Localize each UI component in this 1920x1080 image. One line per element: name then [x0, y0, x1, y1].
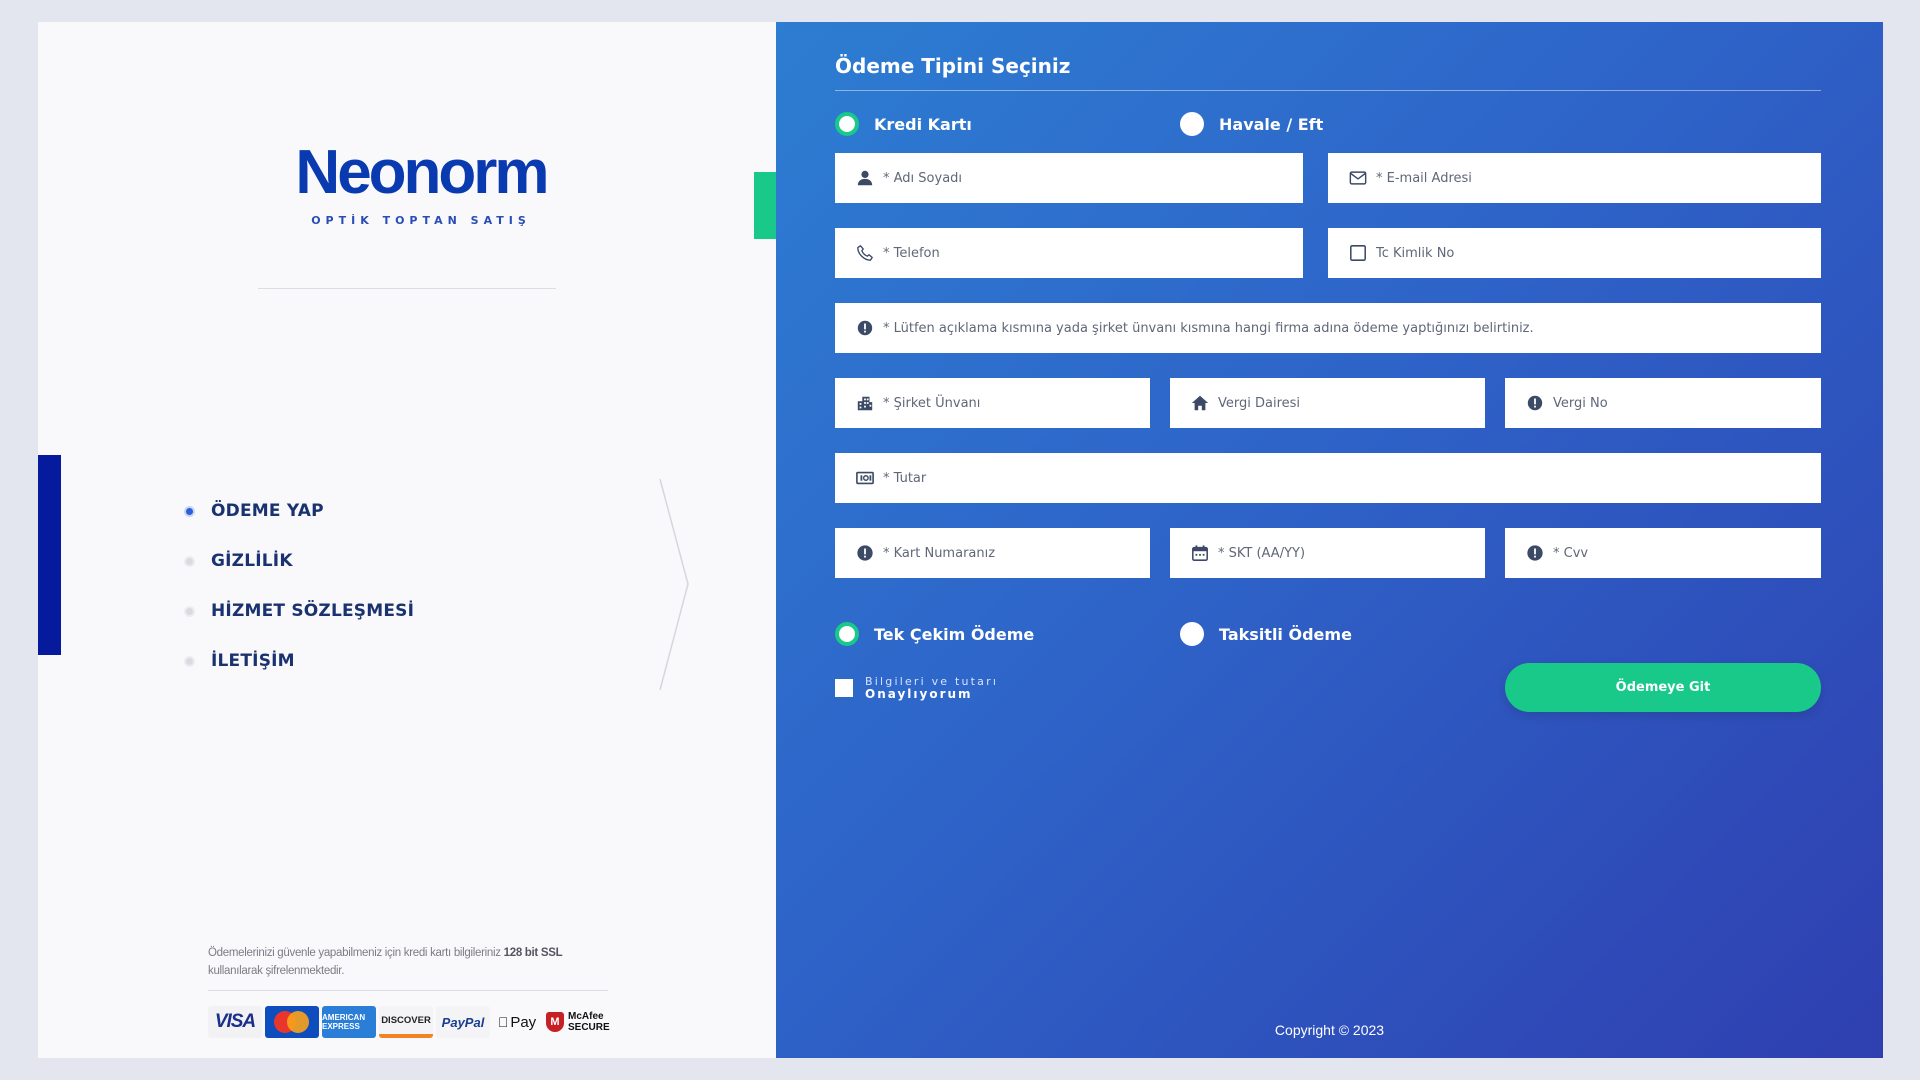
consent-row: Bilgileri ve tutarı Onaylıyorum: [835, 675, 998, 701]
radio-label: Havale / Eft: [1219, 114, 1324, 134]
radio-unchecked-icon: [1180, 112, 1204, 136]
radio-label: Taksitli Ödeme: [1219, 624, 1352, 644]
mcafee-secure-logo-icon: M McAfee SECURE: [544, 1006, 610, 1038]
discover-logo-icon: DISCOVER: [379, 1006, 433, 1038]
info-icon: [855, 318, 875, 338]
page-frame: Neonorm OPTİK TOPTAN SATIŞ ÖDEME YAP GİZ…: [38, 22, 1883, 1058]
id-card-icon: [1348, 243, 1368, 263]
brand-logo[interactable]: Neonorm OPTİK TOPTAN SATIŞ: [276, 138, 566, 228]
info-icon: [1525, 543, 1545, 563]
description-notice-field[interactable]: * Lütfen açıklama kısmına yada şirket ün…: [835, 303, 1821, 353]
chevron-right-icon: [659, 478, 689, 691]
tax-office-placeholder: Vergi Dairesi: [1218, 395, 1301, 411]
payment-type-group: Kredi Kartı Havale / Eft: [835, 112, 1323, 136]
radio-label: Kredi Kartı: [874, 114, 972, 134]
phone-field[interactable]: * Telefon: [835, 228, 1303, 278]
nav-bullet-icon: [184, 655, 195, 667]
radio-kredi-karti[interactable]: Kredi Kartı: [835, 112, 1180, 136]
company-field[interactable]: * Şirket Ünvanı: [835, 378, 1150, 428]
cvv-field[interactable]: * Cvv: [1505, 528, 1821, 578]
nav-bullet-icon: [184, 555, 195, 567]
submit-payment-button[interactable]: Ödemeye Git: [1505, 663, 1821, 712]
home-icon: [1190, 393, 1210, 413]
consent-checkbox[interactable]: [835, 679, 853, 697]
nav-item-hizmet-sozlesmesi[interactable]: HİZMET SÖZLEŞMESİ: [184, 586, 414, 636]
name-placeholder: * Adı Soyadı: [883, 170, 963, 186]
tax-no-placeholder: Vergi No: [1553, 395, 1608, 411]
consent-line-2: Onaylıyorum: [865, 687, 973, 701]
security-text-start: Ödemelerinizi güvenle yapabilmeniz için …: [208, 947, 501, 959]
radio-havale-eft[interactable]: Havale / Eft: [1180, 112, 1323, 136]
nav-item-label: HİZMET SÖZLEŞMESİ: [211, 601, 415, 621]
payment-logos: VISA AMERICAN EXPRESS DISCOVER PayPal P…: [208, 1006, 610, 1038]
panel-tab-marker: [754, 172, 776, 239]
brand-tagline: OPTİK TOPTAN SATIŞ: [311, 214, 531, 227]
radio-tek-cekim[interactable]: Tek Çekim Ödeme: [835, 622, 1180, 646]
apple-pay-logo-icon: Pay: [493, 1006, 541, 1038]
phone-icon: [855, 243, 875, 263]
security-divider: [208, 990, 608, 991]
form-title: Ödeme Tipini Seçiniz: [835, 54, 1071, 78]
paypal-logo-icon: PayPal: [436, 1006, 490, 1038]
notice-placeholder: * Lütfen açıklama kısmına yada şirket ün…: [883, 320, 1534, 336]
nav-bullet-icon: [184, 605, 195, 617]
radio-unchecked-icon: [1180, 622, 1204, 646]
mcafee-label: McAfee SECURE: [568, 1011, 610, 1033]
building-icon: [855, 393, 875, 413]
user-icon: [855, 168, 875, 188]
name-field[interactable]: * Adı Soyadı: [835, 153, 1303, 203]
radio-checked-icon: [835, 622, 859, 646]
info-icon: [1525, 393, 1545, 413]
security-text-bold: 128 bit SSL: [503, 947, 563, 959]
nav-bullet-icon: [184, 505, 195, 517]
phone-placeholder: * Telefon: [883, 245, 940, 261]
envelope-icon: [1348, 168, 1368, 188]
card-number-field[interactable]: * Kart Numaranız: [835, 528, 1150, 578]
email-field[interactable]: * E-mail Adresi: [1328, 153, 1821, 203]
radio-taksitli[interactable]: Taksitli Ödeme: [1180, 622, 1352, 646]
expiry-field[interactable]: * SKT (AA/YY): [1170, 528, 1485, 578]
payment-form-panel: Ödeme Tipini Seçiniz Kredi Kartı Havale …: [776, 22, 1883, 1058]
tc-kimlik-field[interactable]: Tc Kimlik No: [1328, 228, 1821, 278]
nav-item-gizlilik[interactable]: GİZLİLİK: [184, 536, 414, 586]
security-notice: Ödemelerinizi güvenle yapabilmeniz için …: [208, 944, 608, 980]
amount-placeholder: * Tutar: [883, 470, 927, 486]
amount-field[interactable]: * Tutar: [835, 453, 1821, 503]
radio-checked-icon: [835, 112, 859, 136]
company-placeholder: * Şirket Ünvanı: [883, 395, 981, 411]
nav-accent-bar: [38, 455, 61, 655]
left-panel: Neonorm OPTİK TOPTAN SATIŞ ÖDEME YAP GİZ…: [38, 22, 776, 1058]
nav-item-odeme-yap[interactable]: ÖDEME YAP: [184, 486, 414, 536]
card-number-placeholder: * Kart Numaranız: [883, 545, 996, 561]
radio-label: Tek Çekim Ödeme: [874, 624, 1035, 644]
logo-divider: [258, 288, 556, 289]
nav-item-iletisim[interactable]: İLETİŞİM: [184, 636, 414, 686]
nav-item-label: ÖDEME YAP: [211, 501, 324, 521]
copyright: Copyright © 2023: [1274, 1022, 1385, 1038]
title-divider: [835, 90, 1821, 91]
email-placeholder: * E-mail Adresi: [1376, 170, 1472, 186]
visa-logo-icon: VISA: [208, 1006, 262, 1038]
tc-kimlik-placeholder: Tc Kimlik No: [1376, 245, 1455, 261]
brand-name: Neonorm: [295, 138, 549, 207]
mastercard-logo-icon: [265, 1006, 319, 1038]
apple-pay-label: Pay: [505, 1013, 536, 1031]
nav-item-label: İLETİŞİM: [211, 651, 295, 671]
consent-text: Bilgileri ve tutarı Onaylıyorum: [865, 675, 998, 701]
tax-no-field[interactable]: Vergi No: [1505, 378, 1821, 428]
security-text-end: kullanılarak şifrelenmektedir.: [208, 965, 345, 977]
expiry-placeholder: * SKT (AA/YY): [1218, 545, 1306, 561]
main-nav: ÖDEME YAP GİZLİLİK HİZMET SÖZLEŞMESİ İLE…: [184, 486, 414, 686]
nav-item-label: GİZLİLİK: [211, 551, 293, 571]
amex-logo-icon: AMERICAN EXPRESS: [322, 1006, 376, 1038]
cvv-placeholder: * Cvv: [1553, 545, 1589, 561]
calendar-icon: [1190, 543, 1210, 563]
tax-office-field[interactable]: Vergi Dairesi: [1170, 378, 1485, 428]
money-bill-icon: [855, 468, 875, 488]
info-icon: [855, 543, 875, 563]
installment-type-group: Tek Çekim Ödeme Taksitli Ödeme: [835, 622, 1352, 646]
